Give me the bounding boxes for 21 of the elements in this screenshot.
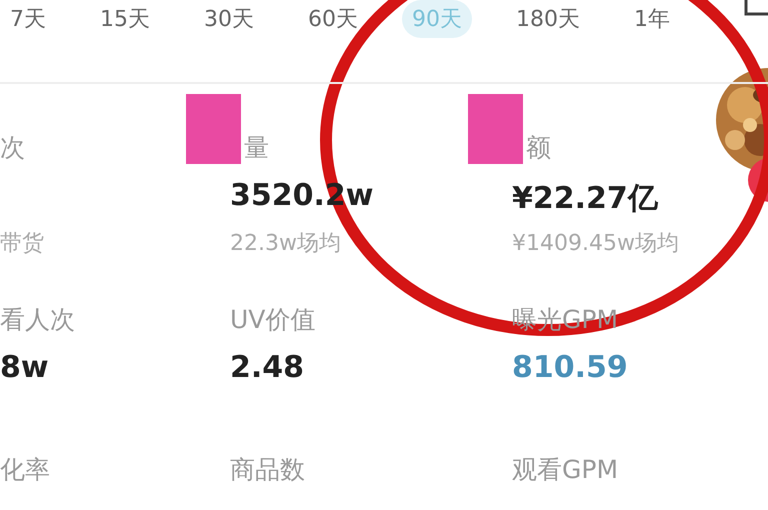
metric-label: 额 [526, 132, 551, 164]
period-tab[interactable]: 60天 [298, 0, 368, 38]
metric-label: 看人次 [0, 304, 75, 336]
period-tab[interactable]: 1年 [624, 0, 680, 38]
period-tab[interactable]: 15天 [90, 0, 160, 38]
metric-label: 化率 [0, 454, 50, 486]
metric-label: 观看GPM [512, 454, 618, 486]
metric-label: 商品数 [230, 454, 305, 486]
metric-label: 次 [0, 132, 25, 164]
metric-value: ¥22.27亿 [512, 180, 658, 216]
metric-label: 量 [244, 132, 269, 164]
period-tab[interactable]: 30天 [194, 0, 264, 38]
period-tab[interactable]: 180天 [506, 0, 590, 38]
period-tab[interactable]: 7天 [0, 0, 56, 38]
metric-value: 2.48 [230, 350, 304, 387]
metric-subtext: 带货 [0, 230, 44, 258]
metric-subtext: ¥1409.45w场均 [512, 230, 679, 258]
metric-value: 810.59 [512, 350, 628, 387]
metric-label: UV价值 [230, 304, 316, 336]
metric-subtext: 22.3w场均 [230, 230, 341, 258]
metric-value: 8w [0, 350, 49, 387]
